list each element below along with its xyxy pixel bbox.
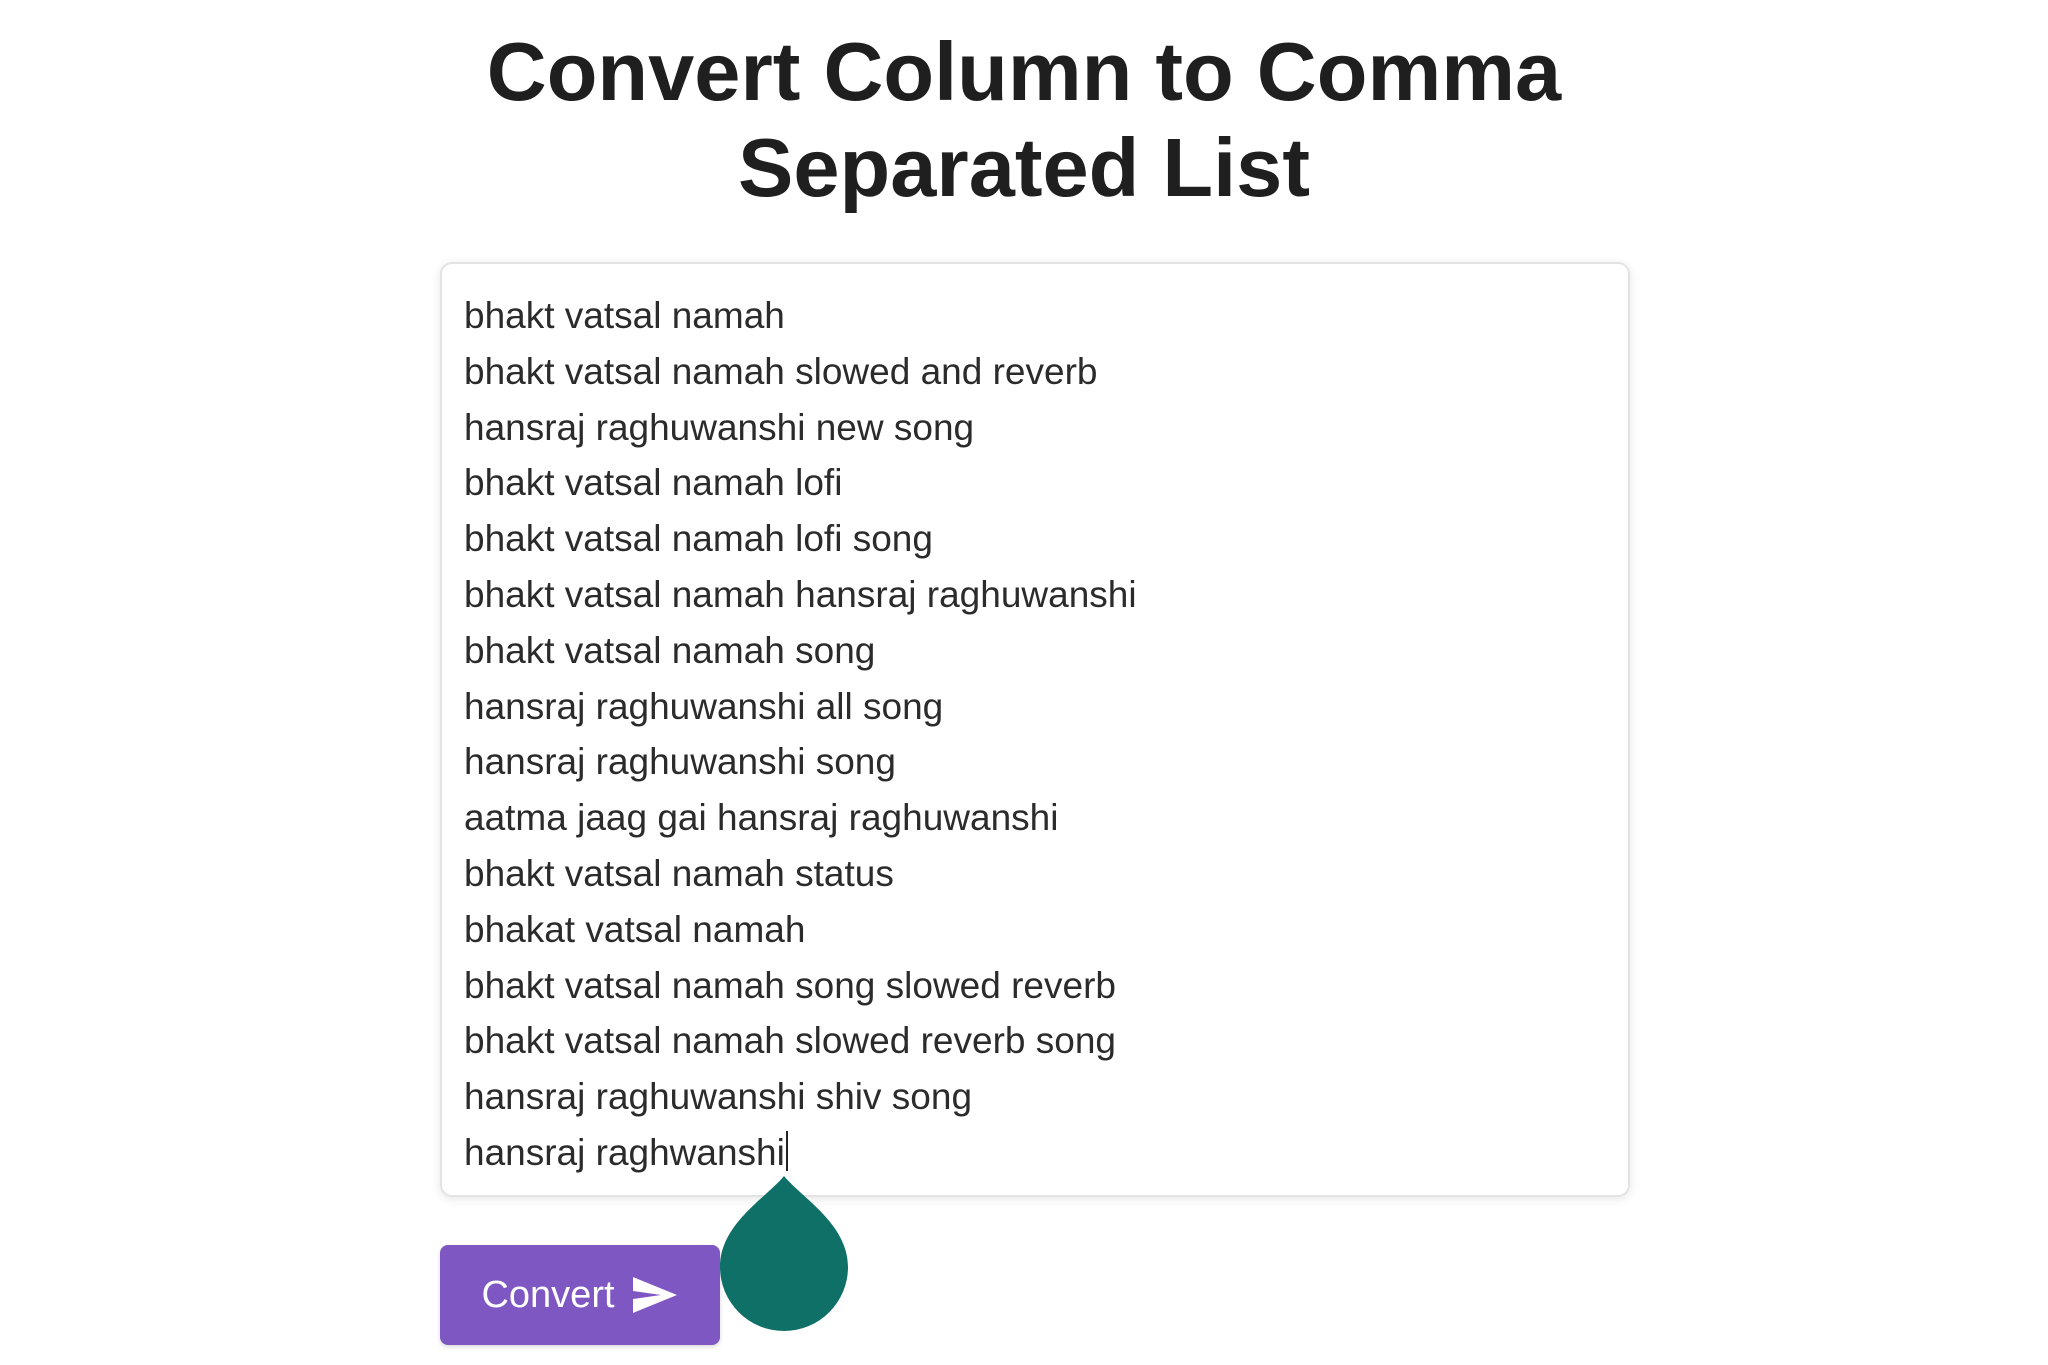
send-icon (631, 1275, 679, 1315)
page-title: Convert Column to Comma Separated List (0, 24, 2048, 216)
input-line: bhakt vatsal namah status (464, 852, 894, 894)
convert-button[interactable]: Convert (440, 1245, 720, 1345)
page-title-line-2: Separated List (738, 121, 1310, 214)
input-line: bhakt vatsal namah lofi (464, 462, 843, 504)
input-line: bhakt vatsal namah slowed reverb song (464, 1020, 1116, 1062)
input-line: bhakt vatsal namah song (464, 629, 876, 671)
page-title-line-1: Convert Column to Comma (486, 25, 1562, 118)
input-line: bhakt vatsal namah (464, 295, 785, 336)
input-line: hansraj raghuwanshi all song (464, 685, 944, 727)
text-selection-handle-icon[interactable] (718, 1172, 850, 1332)
input-line: hansraj raghuwanshi shiv song (464, 1076, 973, 1118)
input-line: bhakt vatsal namah lofi song (464, 518, 933, 560)
column-input-textarea[interactable]: bhakt vatsal namah bhakt vatsal namah sl… (440, 262, 1630, 1197)
input-line: hansraj raghuwanshi song (464, 741, 896, 783)
text-caret (785, 1130, 788, 1171)
input-line: bhakt vatsal namah slowed and reverb (464, 350, 1098, 392)
convert-button-label: Convert (481, 1273, 615, 1316)
input-line: aatma jaag gai hansraj raghuwanshi (464, 797, 1059, 839)
input-line: bhakt vatsal namah hansraj raghuwanshi (464, 573, 1137, 615)
input-line-last: hansraj raghwanshi (464, 1125, 1628, 1181)
input-line: bhakat vatsal namah (464, 908, 806, 950)
input-line: bhakt vatsal namah song slowed reverb (464, 964, 1116, 1006)
input-line-text: hansraj raghwanshi (464, 1131, 785, 1173)
input-line: hansraj raghuwanshi new song (464, 406, 975, 448)
page: Convert Column to Comma Separated List b… (0, 0, 2048, 1365)
